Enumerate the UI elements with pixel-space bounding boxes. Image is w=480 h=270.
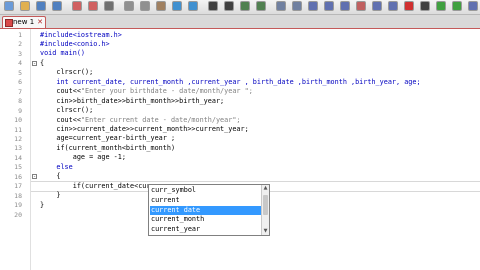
indent-guide-icon[interactable]	[340, 1, 350, 11]
code-line: {	[40, 172, 61, 181]
line-number: 8	[18, 97, 22, 106]
close-icon[interactable]: ✕	[37, 17, 43, 28]
line-number: 13	[14, 144, 22, 153]
sync-v-icon[interactable]	[276, 1, 286, 11]
code-line: age=current_year-birth_year ;	[40, 134, 176, 143]
code-line: clrscr();	[40, 106, 94, 115]
line-number: 2	[18, 40, 22, 49]
line-number: 1	[18, 31, 22, 39]
code-line: cin>>current_date>>current_month>>curren…	[40, 125, 249, 133]
scroll-up-icon[interactable]: ▲	[262, 185, 269, 192]
line-number: 15	[14, 163, 22, 172]
zoom-in-icon[interactable]	[240, 1, 250, 11]
save-macro-icon[interactable]	[468, 1, 478, 11]
line-number: 4	[18, 59, 22, 68]
close-icon[interactable]	[72, 1, 82, 11]
code-line: clrscr();	[40, 68, 94, 77]
code-line: if(current_month<birth_month)	[40, 143, 176, 152]
find-icon[interactable]	[208, 1, 218, 11]
autocomplete-item[interactable]: current	[150, 196, 261, 205]
line-number: 5	[18, 68, 22, 77]
code-line: #include<iostream.h>	[40, 30, 122, 39]
tab-new-1[interactable]: new 1 ✕	[2, 16, 46, 28]
scroll-down-icon[interactable]: ▼	[262, 228, 269, 235]
autocomplete-item[interactable]: current date	[150, 205, 261, 215]
code-line: {	[40, 58, 45, 67]
wrap-icon[interactable]	[308, 1, 318, 11]
code-line: cout<<"Enter your birthdate - date/month…	[40, 87, 253, 96]
line-number: 9	[18, 106, 22, 115]
tab-label: new 1	[13, 18, 35, 26]
line-number: 10	[14, 116, 22, 125]
line-number: 12	[14, 134, 22, 143]
fold-toggle-icon[interactable]: -	[32, 60, 37, 66]
save-all-icon[interactable]	[52, 1, 62, 11]
line-number: 20	[14, 210, 22, 219]
code-line: void main()	[40, 49, 86, 58]
fold-toggle-icon[interactable]: -	[32, 174, 37, 180]
undo-icon[interactable]	[172, 1, 182, 11]
save-icon[interactable]	[36, 1, 46, 11]
line-number: 17	[14, 182, 22, 191]
file-modified-icon	[5, 19, 13, 27]
line-number: 7	[18, 87, 22, 96]
scroll-thumb[interactable]	[263, 195, 268, 215]
line-number-gutter: 1 2 3 4 5 6 7 8 9 10 11 12 13 14 15 16 17 18 19 20	[0, 29, 31, 270]
code-line: cin>>birth_date>>birth_month>>birth_year…	[40, 96, 225, 105]
autocomplete-item[interactable]: curr_symbol	[150, 186, 261, 195]
autocomplete-scrollbar[interactable]: ▲ ▼	[261, 185, 269, 235]
function-list-icon[interactable]	[388, 1, 398, 11]
copy-icon[interactable]	[140, 1, 150, 11]
paste-icon[interactable]	[156, 1, 166, 11]
code-line: if(current_date<curre	[40, 181, 159, 190]
line-number: 16	[14, 172, 22, 181]
line-number: 19	[14, 201, 22, 210]
play-multi-icon[interactable]	[452, 1, 462, 11]
line-number: 6	[18, 78, 22, 87]
record-icon[interactable]	[404, 1, 414, 11]
all-chars-icon[interactable]	[324, 1, 334, 11]
replace-icon[interactable]	[224, 1, 234, 11]
autocomplete-item[interactable]: current_month	[150, 215, 261, 224]
tab-strip: new 1 ✕	[0, 15, 480, 29]
play-icon[interactable]	[436, 1, 446, 11]
doc-map-icon[interactable]	[372, 1, 382, 11]
code-line: else	[40, 162, 73, 171]
autocomplete-popup[interactable]: ▲ ▼ curr_symbol current current date curren…	[148, 184, 270, 236]
code-line: age = age -1;	[40, 153, 126, 162]
user-lang-icon[interactable]	[356, 1, 366, 11]
open-icon[interactable]	[20, 1, 30, 11]
cut-icon[interactable]	[124, 1, 134, 11]
print-icon[interactable]	[104, 1, 114, 11]
line-number: 3	[18, 49, 22, 58]
code-line: }	[40, 191, 61, 200]
sync-h-icon[interactable]	[292, 1, 302, 11]
line-number: 18	[14, 191, 22, 200]
code-line: }	[40, 200, 45, 209]
zoom-out-icon[interactable]	[256, 1, 266, 11]
code-line: cout<<"Enter current date - date/month/y…	[40, 115, 241, 124]
redo-icon[interactable]	[188, 1, 198, 11]
close-all-icon[interactable]	[88, 1, 98, 11]
new-icon[interactable]	[4, 1, 14, 11]
stop-icon[interactable]	[420, 1, 430, 11]
line-number: 11	[14, 125, 22, 134]
toolbar	[0, 0, 480, 15]
autocomplete-item[interactable]: current_year	[150, 225, 261, 234]
code-line: int current_date, current_month ,current…	[40, 77, 421, 86]
line-number: 14	[14, 153, 22, 162]
code-line: #include<conio.h>	[40, 39, 110, 48]
